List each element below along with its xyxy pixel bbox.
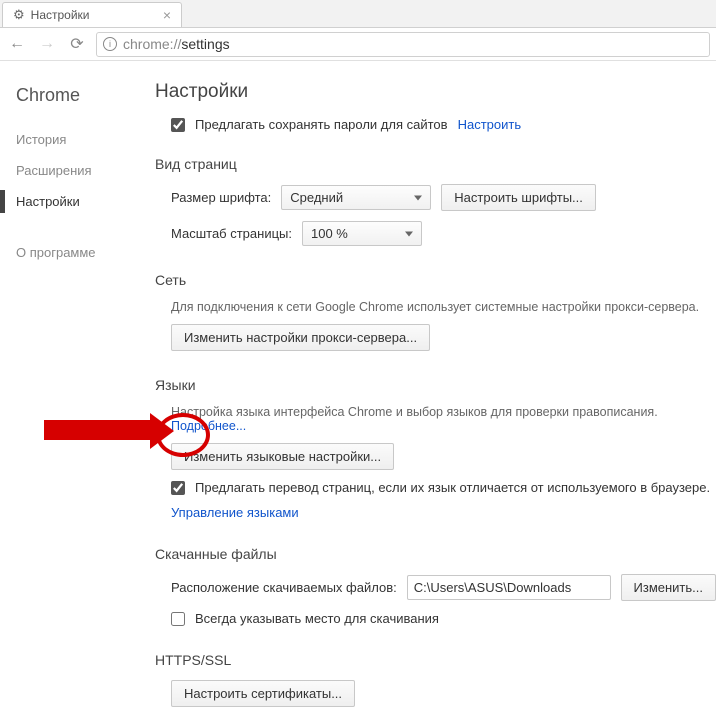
languages-help: Настройка языка интерфейса Chrome и выбо… xyxy=(171,405,716,433)
sidebar-title: Chrome xyxy=(16,85,155,106)
language-settings-button[interactable]: Изменить языковые настройки... xyxy=(171,443,394,470)
close-icon[interactable]: × xyxy=(163,7,171,23)
section-https: HTTPS/SSL xyxy=(155,652,716,668)
main-content: Настройки Предлагать сохранять пароли дл… xyxy=(155,61,716,717)
change-download-path-button[interactable]: Изменить... xyxy=(621,574,716,601)
forward-button[interactable]: → xyxy=(36,33,58,55)
sidebar: Chrome История Расширения Настройки О пр… xyxy=(0,61,155,717)
info-icon[interactable]: i xyxy=(103,37,117,51)
ask-download-location-label: Всегда указывать место для скачивания xyxy=(195,611,439,626)
section-languages: Языки xyxy=(155,377,716,393)
ask-download-location-checkbox[interactable] xyxy=(171,612,185,626)
sidebar-item-about[interactable]: О программе xyxy=(16,237,155,268)
font-size-select[interactable]: Средний xyxy=(281,185,431,210)
page-zoom-label: Масштаб страницы: xyxy=(171,226,292,241)
page-zoom-select[interactable]: 100 % xyxy=(302,221,422,246)
gear-icon: ⚙ xyxy=(13,7,25,23)
sidebar-item-extension[interactable]: Расширения xyxy=(16,155,155,186)
tab-title: Настройки xyxy=(31,8,90,22)
manage-certificates-button[interactable]: Настроить сертификаты... xyxy=(171,680,355,707)
network-help: Для подключения к сети Google Chrome исп… xyxy=(171,300,716,314)
section-appearance: Вид страниц xyxy=(155,156,716,172)
reload-button[interactable]: ⟳ xyxy=(66,33,88,55)
section-downloads: Скачанные файлы xyxy=(155,546,716,562)
download-path-label: Расположение скачиваемых файлов: xyxy=(171,580,397,595)
section-network: Сеть xyxy=(155,272,716,288)
manage-languages-link[interactable]: Управление языками xyxy=(171,505,299,520)
address-bar[interactable]: i chrome://settings xyxy=(96,32,710,57)
page-title: Настройки xyxy=(155,81,716,103)
url-path: settings xyxy=(181,36,229,52)
sidebar-item-settings[interactable]: Настройки xyxy=(16,186,155,217)
font-size-label: Размер шрифта: xyxy=(171,190,271,205)
languages-more-link[interactable]: Подробнее... xyxy=(171,419,246,433)
sidebar-item-history[interactable]: История xyxy=(16,124,155,155)
download-path-input[interactable] xyxy=(407,575,611,600)
proxy-settings-button[interactable]: Изменить настройки прокси-сервера... xyxy=(171,324,430,351)
offer-translate-checkbox[interactable] xyxy=(171,481,185,495)
save-passwords-checkbox[interactable] xyxy=(171,118,185,132)
browser-tab[interactable]: ⚙ Настройки × xyxy=(2,2,182,27)
toolbar: ← → ⟳ i chrome://settings xyxy=(0,28,716,61)
back-button[interactable]: ← xyxy=(6,33,28,55)
configure-passwords-link[interactable]: Настроить xyxy=(458,117,522,132)
url-scheme: chrome:// xyxy=(123,36,181,52)
offer-translate-label: Предлагать перевод страниц, если их язык… xyxy=(195,480,710,495)
save-passwords-label: Предлагать сохранять пароли для сайтов xyxy=(195,117,448,132)
tab-strip: ⚙ Настройки × xyxy=(0,0,716,28)
customize-fonts-button[interactable]: Настроить шрифты... xyxy=(441,184,596,211)
